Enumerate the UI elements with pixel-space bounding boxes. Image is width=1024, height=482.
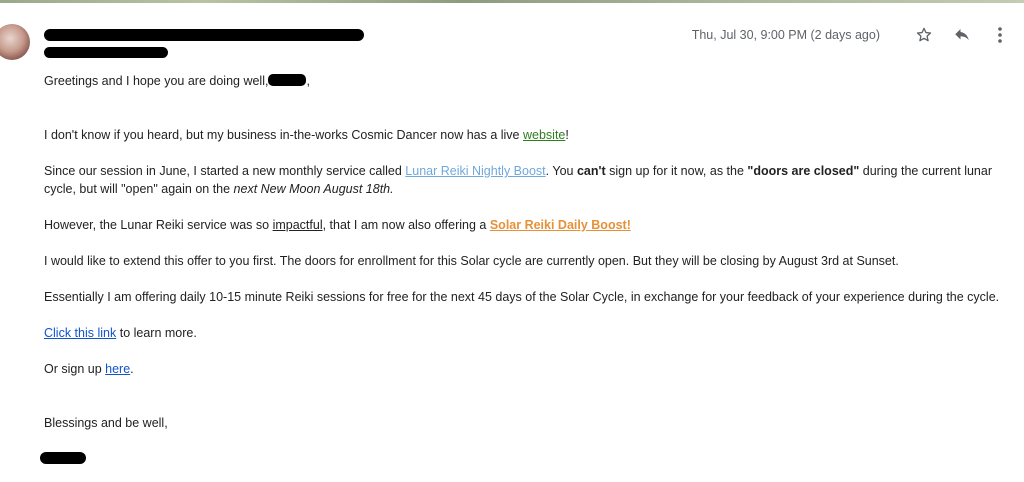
sender-avatar[interactable] (0, 24, 30, 60)
redacted-sender-email (44, 47, 168, 58)
star-icon[interactable] (912, 25, 936, 45)
paragraph-lunar-service: Since our session in June, I started a n… (44, 164, 992, 196)
more-options-icon[interactable] (988, 25, 1012, 45)
redacted-signature (40, 452, 86, 464)
sign-up-here-link[interactable]: here (105, 362, 130, 376)
message-header-actions: Thu, Jul 30, 9:00 PM (2 days ago) (692, 25, 1012, 45)
lunar-reiki-link[interactable]: Lunar Reiki Nightly Boost (405, 164, 545, 178)
top-banner-strip (0, 0, 1024, 3)
paragraph-sessions: Essentially I am offering daily 10-15 mi… (44, 290, 1000, 304)
click-this-link[interactable]: Click this link (44, 326, 116, 340)
redacted-sender-name (44, 29, 364, 41)
message-date: Thu, Jul 30, 9:00 PM (2 days ago) (691, 28, 880, 42)
website-link[interactable]: website (523, 128, 565, 142)
paragraph-solar-offer: However, the Lunar Reiki service was so … (44, 218, 631, 232)
paragraph-website: I don't know if you heard, but my busine… (44, 128, 569, 142)
solar-reiki-link[interactable]: Solar Reiki Daily Boost! (490, 218, 631, 232)
redacted-recipient-name (268, 74, 307, 86)
message-body: Greetings and I hope you are doing well,… (44, 72, 1004, 432)
greeting-line: Greetings and I hope you are doing well,… (44, 74, 310, 88)
reply-icon[interactable] (950, 25, 974, 45)
paragraph-learn-more: Click this link to learn more. (44, 326, 197, 340)
closing-line: Blessings and be well, (44, 416, 168, 430)
paragraph-sign-up: Or sign up here. (44, 362, 134, 376)
paragraph-enrollment: I would like to extend this offer to you… (44, 254, 899, 268)
